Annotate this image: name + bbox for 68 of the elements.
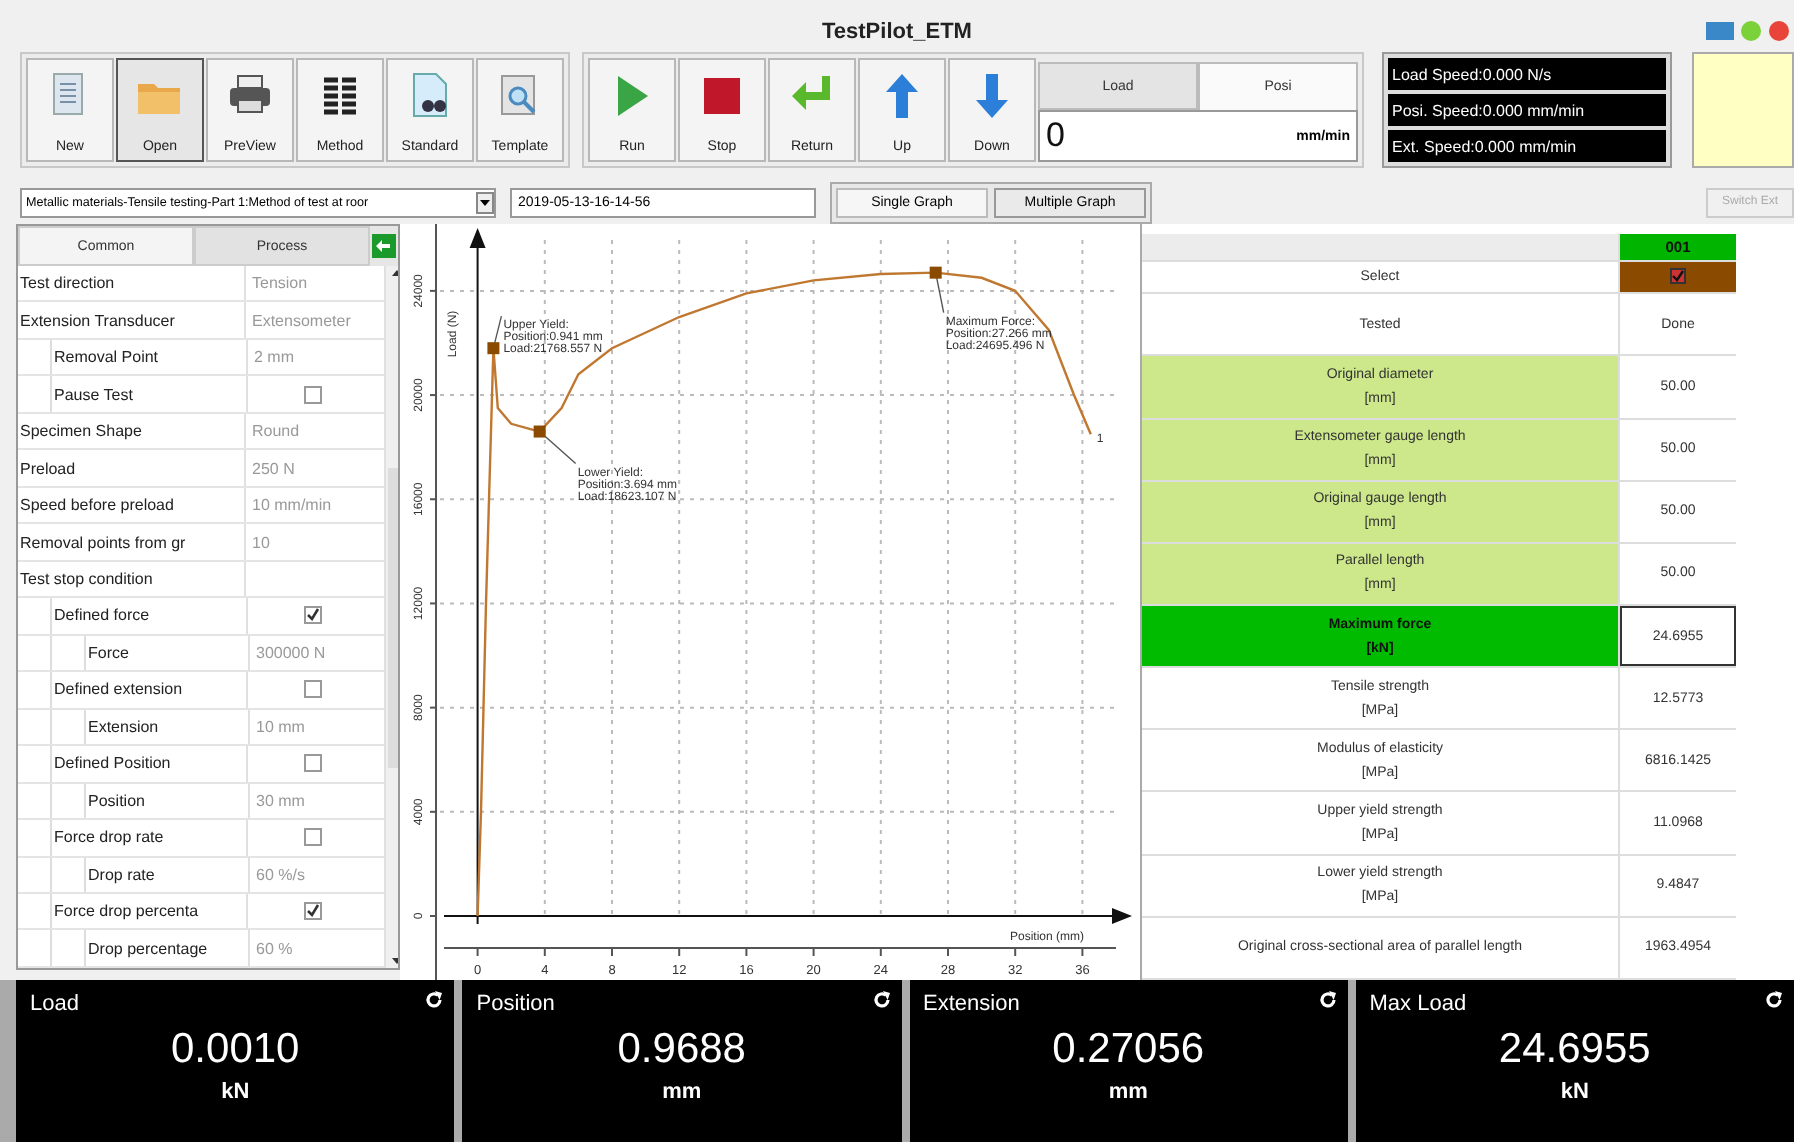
- property-value: 30 mm: [256, 791, 305, 810]
- property-label: Extension: [86, 709, 250, 745]
- refresh-icon[interactable]: [871, 990, 891, 1010]
- property-label: Extension Transducer: [18, 302, 246, 338]
- readout-label: Extension: [923, 992, 1020, 1016]
- property-label: Defined force: [52, 598, 248, 634]
- property-label: Preload: [18, 450, 246, 486]
- readout-label: Position: [476, 992, 555, 1016]
- property-label: Defined extension: [52, 672, 248, 708]
- property-value: 60 %: [256, 939, 293, 958]
- property-label: Defined Position: [52, 746, 248, 782]
- property-label: Pause Test: [52, 376, 248, 412]
- checkbox[interactable]: [303, 754, 321, 773]
- point-marker: [487, 342, 500, 355]
- speed-value: 0: [1046, 116, 1065, 156]
- readout-value: 24.6955: [1496, 1026, 1653, 1074]
- collapse-arrow-icon[interactable]: [372, 234, 396, 258]
- close-button[interactable]: [1768, 20, 1790, 42]
- speed-readout: Ext. Speed:0.000 mm/min: [1388, 130, 1666, 162]
- property-label: Position: [86, 783, 250, 819]
- property-label: Removal points from gr: [18, 524, 246, 560]
- property-value: 300000 N: [256, 643, 326, 662]
- point-marker: [533, 425, 546, 438]
- speed-readout: Posi. Speed:0.000 mm/min: [1388, 94, 1666, 126]
- property-value: 10 mm: [256, 717, 305, 736]
- readout-label: Load: [30, 992, 79, 1016]
- dropdown-caret-icon[interactable]: [476, 191, 494, 213]
- checkbox[interactable]: [303, 385, 321, 404]
- status-panel: [1692, 52, 1794, 168]
- property-value: 2 mm: [254, 348, 294, 367]
- readout-unit: kN: [219, 1080, 252, 1104]
- property-label: Speed before preload: [18, 487, 246, 523]
- refresh-icon[interactable]: [424, 990, 445, 1010]
- property-value: 250 N: [252, 459, 295, 478]
- refresh-icon[interactable]: [1764, 990, 1784, 1010]
- checkbox[interactable]: [303, 902, 321, 921]
- readout-unit: mm: [660, 1080, 704, 1104]
- property-label: Specimen Shape: [18, 413, 246, 449]
- refresh-icon[interactable]: [1317, 990, 1338, 1010]
- property-label: Test stop condition: [18, 561, 246, 597]
- property-value: 10: [252, 533, 270, 552]
- property-label: Test direction: [18, 266, 246, 301]
- readout-unit: mm: [1106, 1080, 1150, 1104]
- readout-value: 0.0010: [169, 1026, 302, 1074]
- readout-unit: kN: [1558, 1080, 1591, 1104]
- property-value: Round: [252, 422, 300, 441]
- checkbox[interactable]: [303, 680, 321, 699]
- property-label: Force: [86, 635, 250, 671]
- property-value: Tension: [252, 274, 308, 293]
- property-label: Force drop percenta: [52, 893, 248, 929]
- checkbox[interactable]: [303, 828, 321, 847]
- property-value: 60 %/s: [256, 865, 305, 884]
- property-label: Removal Point: [52, 339, 248, 375]
- property-label: Drop percentage: [86, 930, 250, 966]
- stop-icon: [698, 72, 746, 120]
- readout-value: 0.9688: [615, 1026, 748, 1074]
- minimize-button[interactable]: [1706, 20, 1734, 40]
- property-label: Drop rate: [86, 857, 250, 892]
- readout-label: Max Load: [1369, 992, 1467, 1016]
- property-value: 10 mm/min: [252, 496, 332, 515]
- checkbox[interactable]: [1670, 268, 1686, 285]
- window-title: TestPilot_ETM: [822, 20, 972, 44]
- checkbox[interactable]: [303, 606, 321, 625]
- speed-readout: Load Speed:0.000 N/s: [1388, 58, 1666, 90]
- property-label: Force drop rate: [52, 820, 248, 855]
- property-value: Extensometer: [252, 311, 351, 330]
- readout-value: 0.27056: [1050, 1026, 1207, 1074]
- point-marker: [929, 266, 942, 279]
